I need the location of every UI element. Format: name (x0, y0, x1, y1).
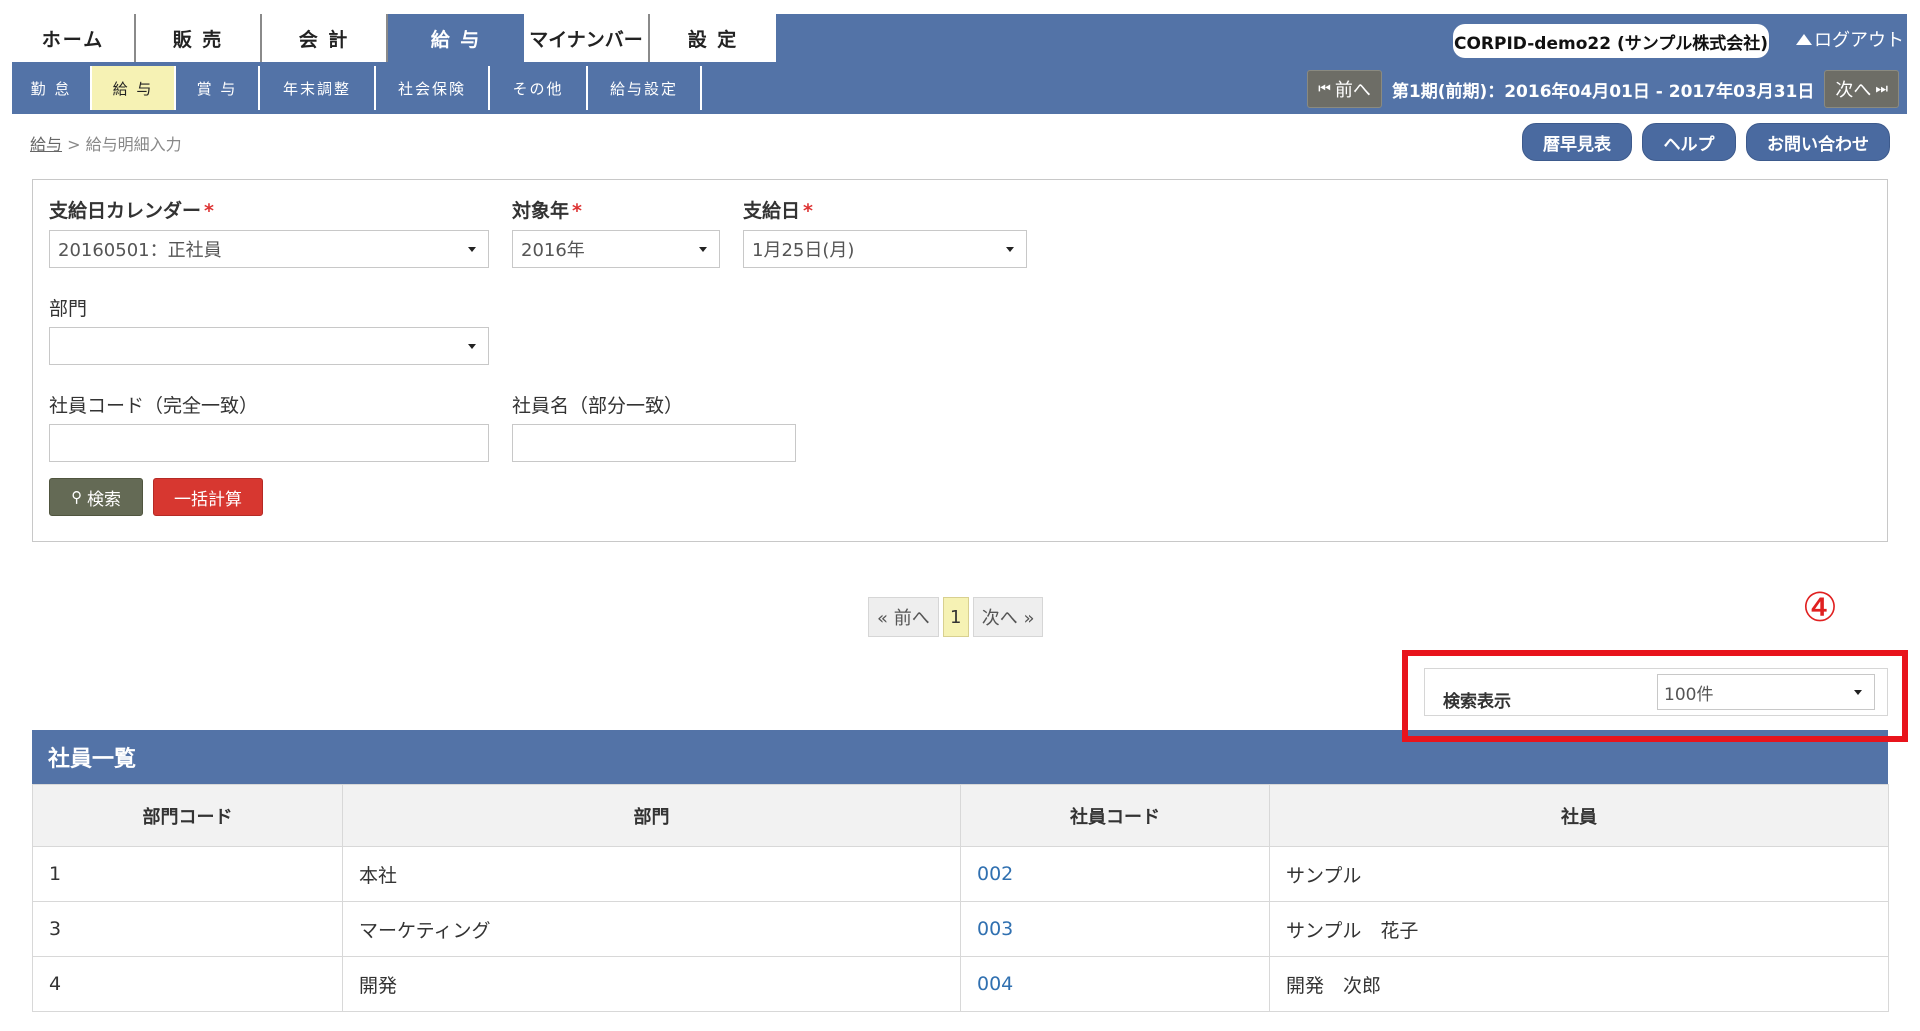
cell-emp-code-link[interactable]: 002 (960, 846, 1270, 902)
caret-down-icon (468, 247, 476, 252)
calendar-select-value: 20160501：正社員 (58, 240, 222, 261)
payday-select[interactable]: 1月25日(月) (743, 230, 1027, 268)
subtab-other[interactable]: その他 (490, 66, 588, 110)
pagination: « 前へ 1 次へ » (868, 597, 1044, 637)
annotation-number: ④ (1802, 585, 1838, 631)
tab-settings[interactable]: 設 定 (650, 14, 776, 62)
annotation-highlight-box (1402, 650, 1908, 742)
logout-link[interactable]: ログアウト (1796, 26, 1904, 52)
search-panel: 支給日カレンダー * 20160501：正社員 対象年 * 2016年 支給日 * 1… (32, 179, 1888, 542)
breadcrumb-root[interactable]: 給与 (30, 135, 62, 154)
top-buttons: 暦早見表 ヘルプ お問い合わせ (1522, 123, 1890, 161)
subtab-attendance[interactable]: 勤 怠 (12, 66, 92, 110)
page-prev[interactable]: « 前へ (868, 597, 939, 637)
required-mark: * (572, 200, 582, 222)
required-mark: * (204, 200, 214, 222)
col-emp-name[interactable]: 社員 (1269, 784, 1889, 847)
page-current[interactable]: 1 (942, 597, 969, 637)
sub-nav: 勤 怠 給 与 賞 与 年末調整 社会保険 その他 給与設定 (12, 66, 702, 110)
cell-dept-code: 1 (32, 846, 343, 902)
page-next[interactable]: 次へ » (972, 597, 1044, 637)
cell-dept: マーケティング (342, 901, 961, 957)
caret-down-icon (1006, 247, 1014, 252)
cell-emp-code-link[interactable]: 004 (960, 956, 1270, 1012)
payday-select-value: 1月25日(月) (752, 240, 855, 261)
help-button[interactable]: ヘルプ (1642, 123, 1736, 161)
cell-dept: 開発 (342, 956, 961, 1012)
employee-list: 社員一覧 部門コード 部門 社員コード 社員 1 本社 002 サンプル 3 マ… (32, 730, 1889, 1012)
period-bar: ⏮ 前へ 第1期(前期)：2016年04月01日 - 2017年03月31日 次… (1307, 70, 1899, 108)
breadcrumb-separator: > (67, 135, 81, 154)
prev-period-label: 前へ (1334, 80, 1371, 101)
skip-forward-icon: ⏭ (1875, 81, 1888, 97)
year-select-value: 2016年 (521, 240, 585, 261)
payday-label-text: 支給日 (743, 200, 801, 222)
prev-period-button[interactable]: ⏮ 前へ (1307, 70, 1382, 108)
tab-home[interactable]: ホーム (12, 14, 136, 62)
subtab-salary[interactable]: 給 与 (92, 66, 176, 110)
breadcrumb-current: 給与明細入力 (85, 135, 182, 154)
table-row: 1 本社 002 サンプル (32, 846, 1889, 902)
tab-accounting[interactable]: 会 計 (262, 14, 388, 62)
calendar-label: 支給日カレンダー * (49, 196, 214, 223)
search-button-label: 検索 (87, 489, 121, 510)
cell-dept-code: 4 (32, 956, 343, 1012)
table-row: 3 マーケティング 003 サンプル 花子 (32, 901, 1889, 957)
table-row: 4 開発 004 開発 次郎 (32, 956, 1889, 1012)
calendar-label-text: 支給日カレンダー (49, 200, 202, 222)
calendar-select[interactable]: 20160501：正社員 (49, 230, 489, 268)
calendar-chart-button[interactable]: 暦早見表 (1522, 123, 1632, 161)
tab-payroll[interactable]: 給 与 (388, 14, 524, 62)
cell-emp-name: 開発 次郎 (1269, 956, 1889, 1012)
tab-mynumber[interactable]: マイナンバー (524, 14, 650, 62)
table-header-row: 部門コード 部門 社員コード 社員 (32, 784, 1889, 847)
emp-code-input[interactable] (49, 424, 489, 462)
eject-icon (1796, 33, 1812, 45)
subtab-social-insurance[interactable]: 社会保険 (376, 66, 490, 110)
required-mark: * (803, 200, 813, 222)
cell-emp-name: サンプル 花子 (1269, 901, 1889, 957)
caret-down-icon (699, 247, 707, 252)
bulk-calc-button[interactable]: 一括計算 (153, 478, 263, 516)
dept-select[interactable] (49, 327, 489, 365)
col-dept[interactable]: 部門 (342, 784, 961, 847)
employee-table: 部門コード 部門 社員コード 社員 1 本社 002 サンプル 3 マーケティン… (32, 784, 1889, 1012)
dept-label: 部門 (49, 298, 88, 320)
app-header: ホーム 販 売 会 計 給 与 マイナンバー 設 定 CORPID-demo22… (12, 14, 1907, 114)
payday-label: 支給日 * (743, 196, 813, 223)
search-button[interactable]: ⚲ 検索 (49, 478, 143, 516)
col-dept-code[interactable]: 部門コード (32, 784, 343, 847)
cell-emp-name: サンプル (1269, 846, 1889, 902)
contact-button[interactable]: お問い合わせ (1746, 123, 1890, 161)
search-icon: ⚲ (71, 488, 82, 506)
year-label: 対象年 * (512, 196, 582, 223)
year-select[interactable]: 2016年 (512, 230, 720, 268)
breadcrumb: 給与 > 給与明細入力 (30, 131, 182, 155)
subtab-year-end[interactable]: 年末調整 (260, 66, 376, 110)
cell-emp-code-link[interactable]: 003 (960, 901, 1270, 957)
logout-label: ログアウト (1814, 30, 1904, 51)
company-badge: CORPID-demo22 (サンプル株式会社) (1453, 24, 1769, 58)
cell-dept: 本社 (342, 846, 961, 902)
emp-name-label: 社員名（部分一致） (512, 395, 684, 417)
main-nav: ホーム 販 売 会 計 給 与 マイナンバー 設 定 (12, 14, 776, 62)
col-emp-code[interactable]: 社員コード (960, 784, 1270, 847)
next-period-label: 次へ (1835, 80, 1872, 101)
tab-sales[interactable]: 販 売 (136, 14, 262, 62)
fiscal-period: 第1期(前期)：2016年04月01日 - 2017年03月31日 (1391, 81, 1815, 102)
caret-down-icon (468, 344, 476, 349)
cell-dept-code: 3 (32, 901, 343, 957)
next-period-button[interactable]: 次へ ⏭ (1824, 70, 1899, 108)
subtab-salary-settings[interactable]: 給与設定 (588, 66, 702, 110)
subtab-bonus[interactable]: 賞 与 (176, 66, 260, 110)
skip-back-icon: ⏮ (1318, 81, 1331, 97)
emp-name-input[interactable] (512, 424, 796, 462)
year-label-text: 対象年 (512, 200, 570, 222)
emp-code-label: 社員コード（完全一致） (49, 395, 259, 417)
